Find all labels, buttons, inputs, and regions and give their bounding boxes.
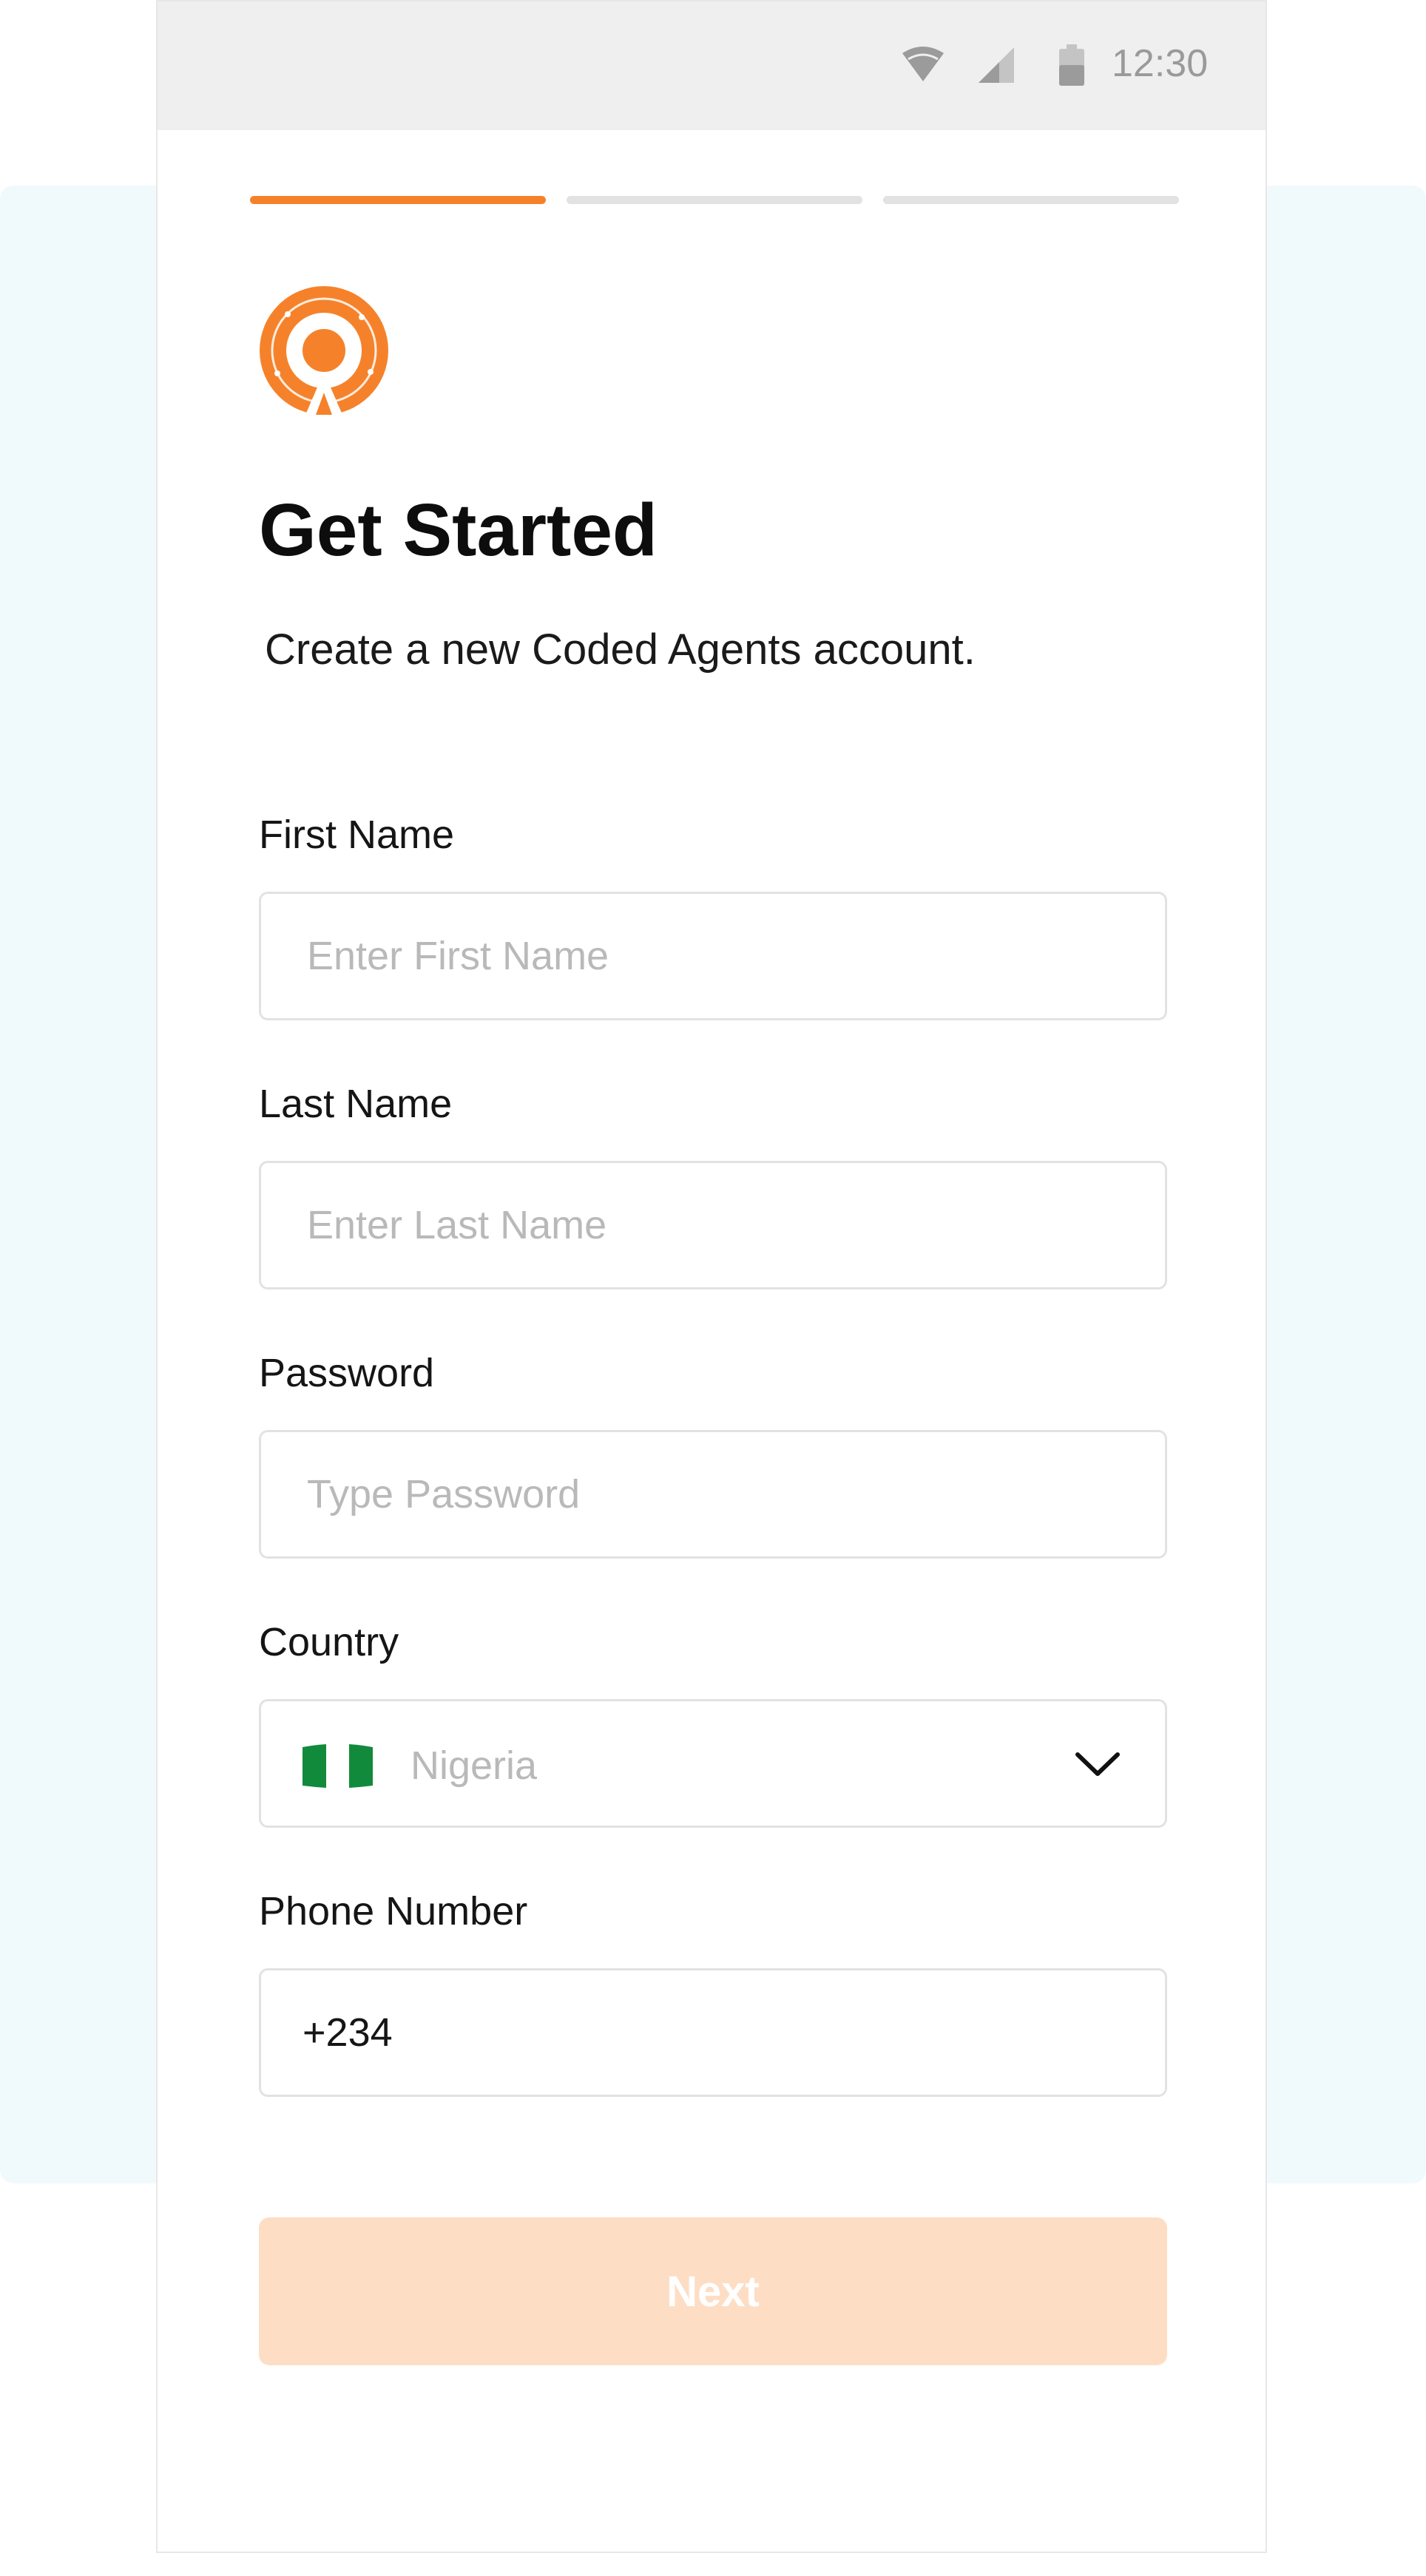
phone-frame: 12:30 Get Started Create a new Coded Age… <box>156 0 1267 2553</box>
status-bar: 12:30 <box>158 1 1266 130</box>
progress-step-1 <box>250 196 546 204</box>
status-time: 12:30 <box>1112 42 1209 85</box>
wifi-icon <box>902 47 944 81</box>
last-name-field-box <box>259 1161 1167 1289</box>
first-name-input[interactable] <box>261 894 1165 1018</box>
phone-number-label: Phone Number <box>259 1889 528 1933</box>
signal-icon <box>979 47 1014 83</box>
password-input[interactable] <box>261 1432 1165 1556</box>
last-name-label: Last Name <box>259 1082 453 1126</box>
progress-step-2 <box>567 196 862 204</box>
first-name-label: First Name <box>259 813 455 857</box>
phone-number-input[interactable] <box>261 1970 1165 2095</box>
next-button[interactable]: Next <box>259 2217 1167 2365</box>
page-title: Get Started <box>259 489 658 572</box>
phone-number-field-box <box>259 1968 1167 2097</box>
page-subtitle: Create a new Coded Agents account. <box>265 626 976 674</box>
coded-agents-logo <box>260 286 388 415</box>
battery-icon <box>1059 44 1084 86</box>
password-label: Password <box>259 1351 435 1395</box>
password-field-box <box>259 1430 1167 1559</box>
progress-step-3 <box>883 196 1179 204</box>
last-name-input[interactable] <box>261 1163 1165 1287</box>
chevron-down-icon[interactable] <box>1075 1750 1121 1777</box>
country-selected-value: Nigeria <box>410 1743 538 1788</box>
first-name-field-box <box>259 892 1167 1020</box>
country-select[interactable]: Nigeria <box>259 1699 1167 1828</box>
country-label: Country <box>259 1620 399 1664</box>
nigeria-flag-icon <box>303 1743 373 1789</box>
